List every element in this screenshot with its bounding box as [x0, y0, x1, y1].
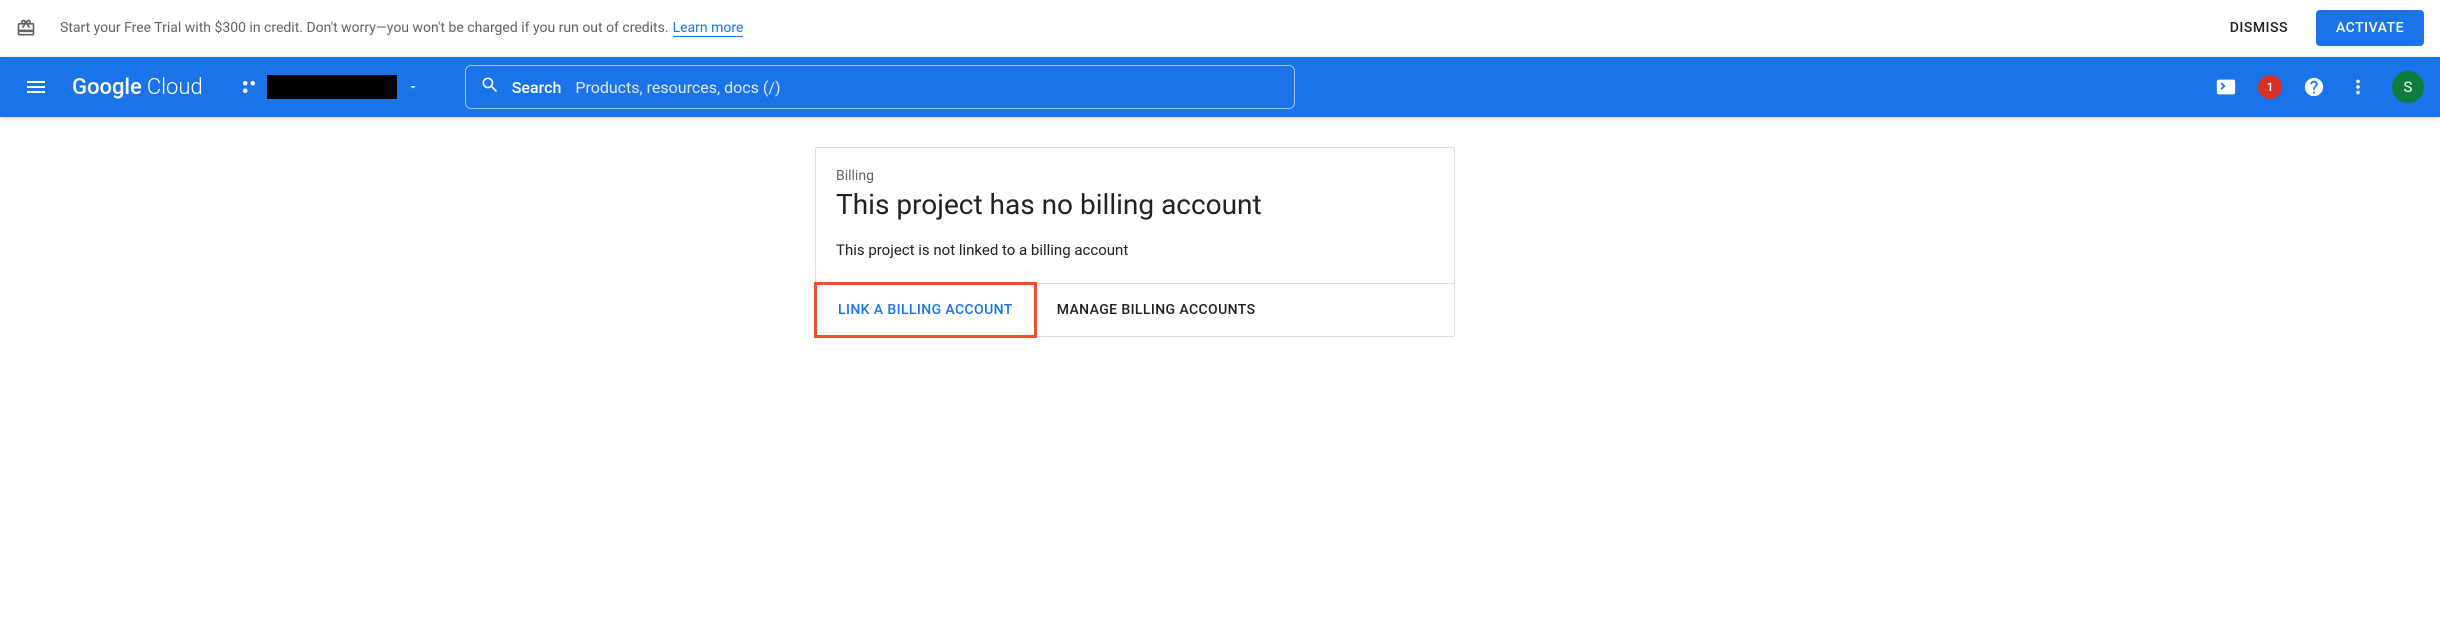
- gift-icon: [16, 18, 36, 38]
- search-label: Search: [512, 78, 562, 97]
- app-header: Google Cloud Search 1: [0, 57, 2440, 117]
- activate-button[interactable]: ACTIVATE: [2316, 10, 2424, 46]
- promo-learn-more-link[interactable]: Learn more: [673, 20, 744, 37]
- card-breadcrumb: Billing: [836, 168, 1434, 184]
- project-icon: [239, 77, 259, 97]
- dismiss-button[interactable]: DISMISS: [2210, 12, 2308, 44]
- link-billing-account-button[interactable]: LINK A BILLING ACCOUNT: [816, 284, 1035, 336]
- search-icon: [480, 75, 500, 99]
- hamburger-menu-icon[interactable]: [16, 67, 56, 107]
- search-container: Search: [465, 65, 1295, 109]
- help-icon[interactable]: [2294, 67, 2334, 107]
- header-actions: 1 S: [2206, 67, 2424, 107]
- notifications-button[interactable]: 1: [2250, 67, 2290, 107]
- promo-text: Start your Free Trial with $300 in credi…: [60, 20, 669, 36]
- project-name: [267, 75, 397, 99]
- card-subtitle: This project is not linked to a billing …: [836, 241, 1434, 259]
- project-selector[interactable]: [231, 71, 427, 103]
- promo-bar: Start your Free Trial with $300 in credi…: [0, 0, 2440, 57]
- billing-card: Billing This project has no billing acco…: [815, 147, 1455, 337]
- search-input[interactable]: [575, 78, 1279, 97]
- notification-badge: 1: [2258, 75, 2282, 99]
- search-box[interactable]: Search: [465, 65, 1295, 109]
- logo-google: Google: [72, 75, 142, 100]
- avatar[interactable]: S: [2392, 71, 2424, 103]
- main-content: Billing This project has no billing acco…: [0, 117, 2440, 367]
- card-body: Billing This project has no billing acco…: [816, 148, 1454, 283]
- manage-billing-accounts-button[interactable]: MANAGE BILLING ACCOUNTS: [1035, 284, 1278, 336]
- cloud-shell-icon[interactable]: [2206, 67, 2246, 107]
- card-actions: LINK A BILLING ACCOUNT MANAGE BILLING AC…: [816, 283, 1454, 336]
- google-cloud-logo[interactable]: Google Cloud: [72, 75, 203, 100]
- more-menu-icon[interactable]: [2338, 67, 2378, 107]
- card-title: This project has no billing account: [836, 188, 1434, 221]
- logo-cloud: Cloud: [147, 75, 203, 100]
- dropdown-arrow-icon: [407, 78, 419, 97]
